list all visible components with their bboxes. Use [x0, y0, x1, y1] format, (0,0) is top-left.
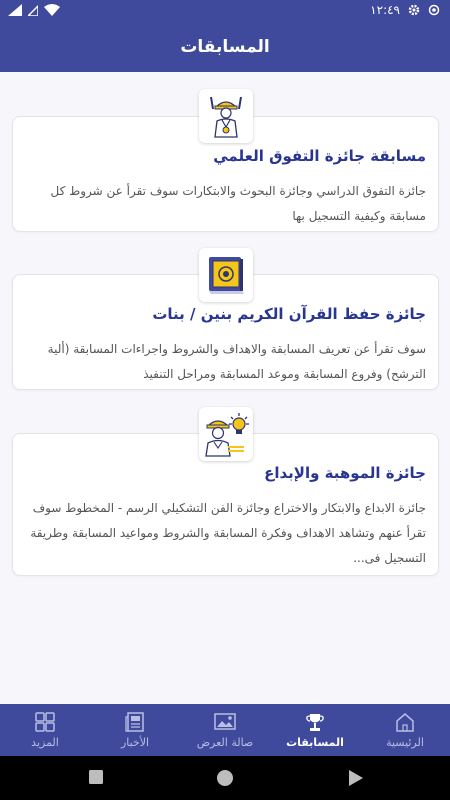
innovator-lightbulb-icon	[199, 407, 253, 461]
back-icon[interactable]	[348, 769, 364, 787]
data-icon	[28, 4, 38, 16]
home-icon	[396, 713, 414, 732]
nav-label: الرئيسية	[386, 736, 424, 749]
settings-icon	[408, 4, 420, 16]
status-bar: ١٢:٤٩	[0, 0, 450, 24]
status-time: ١٢:٤٩	[370, 3, 400, 17]
signal-icon	[8, 4, 22, 16]
grid-icon	[35, 712, 55, 732]
recents-icon[interactable]	[88, 769, 104, 785]
wifi-icon	[44, 4, 60, 16]
competition-title: جائزة حفظ القرآن الكريم بنين / بنات	[152, 305, 426, 323]
quran-book-icon	[199, 248, 253, 302]
competition-description: جائزة الابداع والابتكار والاختراع وجائزة…	[30, 501, 426, 565]
student-medal-icon	[199, 89, 253, 143]
trophy-icon	[306, 714, 324, 731]
system-nav-bar	[0, 756, 450, 800]
competitions-list: مسابقة جائزة التفوق العلمي جائزة التفوق …	[0, 72, 450, 704]
nav-item-gallery[interactable]: صالة العرض	[180, 704, 270, 756]
sync-icon	[428, 4, 440, 16]
competition-description: سوف تقرأ عن تعريف المسابقة والاهداف والش…	[47, 342, 426, 381]
app-bar: المسابقات	[0, 24, 450, 72]
gallery-icon	[214, 713, 236, 730]
nav-label: الأخبار	[120, 736, 150, 749]
competition-title: جائزة الموهبة والإبداع	[264, 464, 426, 482]
news-icon	[125, 712, 144, 732]
nav-item-home[interactable]: الرئيسية	[360, 704, 450, 756]
nav-label: المزيد	[31, 736, 59, 749]
nav-item-more[interactable]: المزيد	[0, 704, 90, 756]
competition-description: جائزة التفوق الدراسي وجائزة البحوث والاب…	[50, 184, 426, 223]
nav-item-news[interactable]: الأخبار	[90, 704, 180, 756]
nav-item-competitions[interactable]: المسابقات	[270, 704, 360, 756]
nav-label: صالة العرض	[196, 736, 254, 749]
bottom-nav: الرئيسية المسابقات صالة العرض الأخبار ال…	[0, 704, 450, 756]
home-button-icon[interactable]	[216, 769, 234, 787]
competition-title: مسابقة جائزة التفوق العلمي	[213, 147, 426, 165]
nav-label: المسابقات	[286, 736, 344, 749]
page-title: المسابقات	[180, 37, 270, 57]
